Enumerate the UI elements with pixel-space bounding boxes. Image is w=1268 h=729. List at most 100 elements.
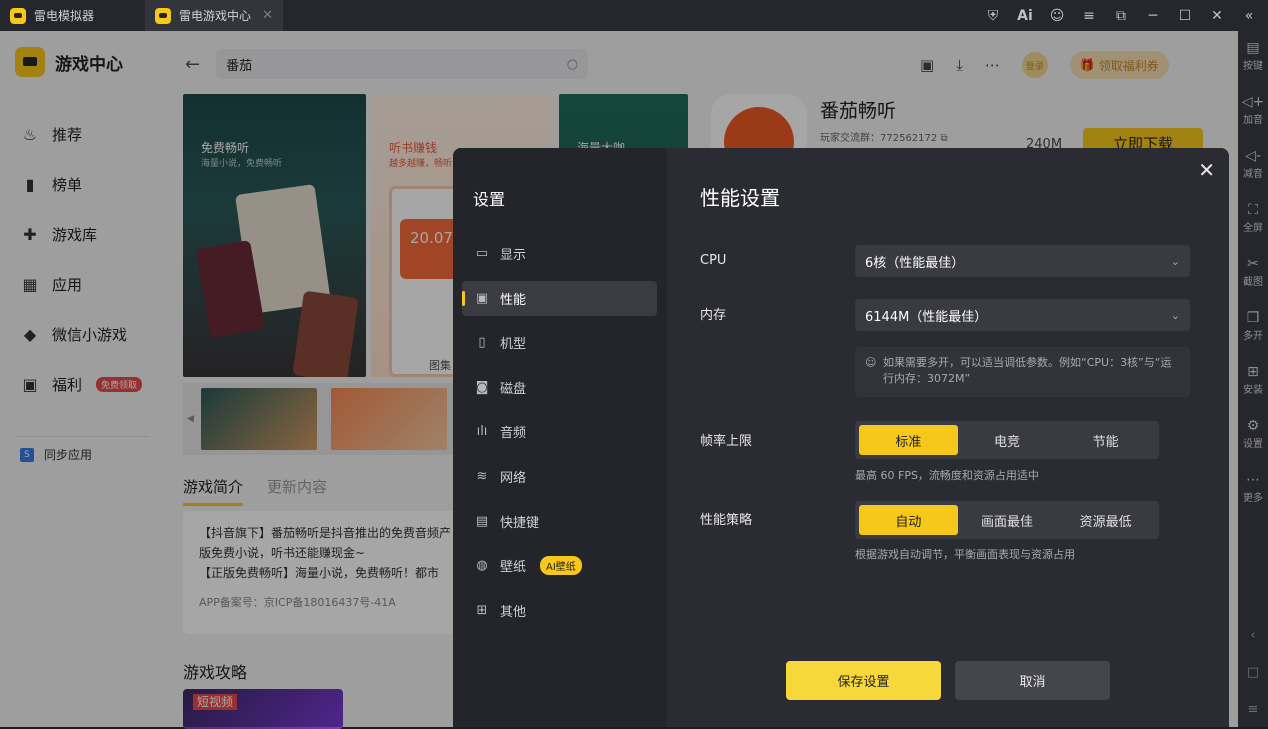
maximize-icon[interactable]: ☐ — [1176, 8, 1194, 24]
tip-text: 如果需要多开，可以适当调低参数。例如“CPU：3核”与“运行内存：3072M” — [883, 356, 1172, 385]
install-icon: ⊞ — [1247, 364, 1259, 380]
menu-item-label: 磁盘 — [500, 381, 527, 397]
fps-option-standard[interactable]: 标准 — [859, 425, 958, 455]
strategy-hint: 根据游戏自动调节，平衡画面表现与资源占用 — [855, 548, 1075, 561]
toolbar-label: 更多 — [1243, 493, 1263, 504]
fps-hint: 最高 60 FPS，流畅度和资源占用适中 — [855, 469, 1039, 482]
toolbar-more[interactable]: ⋯ 更多 — [1243, 471, 1263, 519]
memory-value: 6144M（性能最佳） — [865, 309, 988, 325]
toolbar-label: 截图 — [1243, 277, 1263, 288]
menu-item-other[interactable]: ⊞ 其他 — [462, 593, 657, 628]
toolbar-screenshot[interactable]: ✂ 截图 — [1243, 255, 1263, 303]
cancel-button[interactable]: 取消 — [955, 661, 1110, 700]
toolbar-label: 按键 — [1243, 61, 1263, 72]
menu-item-label: 性能 — [500, 292, 527, 308]
cpu-select[interactable]: 6核（性能最佳） ⌄ — [855, 245, 1190, 277]
volume-up-icon: ◁+ — [1241, 94, 1265, 110]
menu-item-label: 快捷键 — [500, 515, 540, 531]
menu-item-label: 壁纸 — [500, 560, 527, 576]
game-center-logo-icon — [155, 7, 171, 24]
tab-label: 雷电模拟器 — [34, 9, 95, 23]
ldplayer-logo-icon — [10, 7, 26, 24]
fps-segmented-control: 标准 电竞 节能 — [855, 421, 1159, 459]
right-toolbar: ▤ 按键 ◁+ 加音 ◁- 减音 ⛶ 全屏 ✂ 截图 ❐ 多开 ⊞ 安装 ⚙ 设置 ⋯ 更多 ‹ … — [1238, 31, 1268, 727]
toolbar-multi[interactable]: ❐ 多开 — [1243, 309, 1263, 357]
strategy-option-quality[interactable]: 画面最佳 — [958, 505, 1057, 535]
strategy-option-resource[interactable]: 资源最低 — [1056, 505, 1155, 535]
keyboard-icon: ▤ — [475, 513, 489, 529]
close-icon[interactable]: ✕ — [1198, 158, 1215, 182]
menu-item-label: 机型 — [500, 337, 527, 353]
save-button[interactable]: 保存设置 — [786, 661, 941, 700]
strategy-segmented-control: 自动 画面最佳 资源最低 — [855, 501, 1159, 539]
user-icon[interactable]: ☺ — [1048, 8, 1066, 24]
fps-label: 帧率上限 — [700, 434, 753, 449]
minimize-icon[interactable]: ─ — [1144, 8, 1162, 24]
toolbar-label: 多开 — [1243, 331, 1263, 342]
fps-option-esports[interactable]: 电竞 — [958, 425, 1057, 455]
menu-item-model[interactable]: ▯ 机型 — [462, 325, 657, 360]
menu-item-label: 网络 — [500, 470, 527, 486]
tab-close-icon[interactable]: ✕ — [262, 8, 273, 23]
audio-icon: ılı — [476, 424, 488, 440]
memory-label: 内存 — [700, 308, 727, 323]
toolbar-volume-down[interactable]: ◁- 减音 — [1243, 147, 1263, 195]
performance-icon: ▣ — [475, 290, 489, 306]
toolbar-volume-up[interactable]: ◁+ 加音 — [1242, 93, 1265, 141]
memory-select[interactable]: 6144M（性能最佳） ⌄ — [855, 299, 1190, 331]
palette-icon: ◍ — [476, 558, 488, 574]
menu-item-label: 音频 — [500, 426, 527, 442]
toolbar-keymap[interactable]: ▤ 按键 — [1243, 39, 1263, 87]
page-title: 性能设置 — [700, 186, 780, 210]
disk-icon: ◙ — [475, 379, 489, 395]
toolbar-label: 减音 — [1243, 169, 1263, 180]
monitor-icon: ▭ — [475, 246, 489, 261]
toolbar-label: 安装 — [1243, 385, 1263, 396]
cpu-value: 6核（性能最佳） — [865, 255, 965, 271]
menu-item-label: 显示 — [500, 248, 527, 263]
restore-icon[interactable]: ⧉ — [1112, 8, 1130, 24]
window-controls: ⛨ Ai ☺ ≡ ⧉ ─ ☐ ✕ « — [984, 0, 1268, 31]
phone-icon: ▯ — [478, 335, 486, 351]
menu-item-network[interactable]: ≋ 网络 — [462, 459, 657, 494]
toolbar-settings[interactable]: ⚙ 设置 — [1243, 417, 1263, 465]
fps-option-eco[interactable]: 节能 — [1056, 425, 1155, 455]
cpu-label: CPU — [700, 253, 727, 268]
menu-item-audio[interactable]: ılı 音频 — [462, 414, 657, 449]
keyboard-icon: ▤ — [1246, 40, 1260, 56]
chevron-down-icon: ⌄ — [1170, 308, 1180, 322]
toolbar-fullscreen[interactable]: ⛶ 全屏 — [1243, 201, 1263, 249]
menu-item-performance[interactable]: ▣ 性能 — [462, 280, 657, 316]
android-nav: ‹ □ ≡ — [1238, 628, 1268, 717]
scissors-icon: ✂ — [1247, 256, 1259, 272]
close-icon[interactable]: ✕ — [1208, 8, 1226, 24]
strategy-label: 性能策略 — [700, 513, 753, 528]
volume-down-icon: ◁- — [1245, 148, 1261, 164]
strategy-option-auto[interactable]: 自动 — [859, 505, 958, 535]
gear-icon: ⚙ — [1246, 418, 1260, 434]
toolbar-label: 设置 — [1243, 439, 1263, 450]
wifi-icon: ≋ — [476, 468, 488, 484]
ai-wallpaper-badge: AI壁纸 — [540, 556, 582, 576]
menu-item-disk[interactable]: ◙ 磁盘 — [462, 370, 657, 405]
multi-window-icon: ❐ — [1246, 310, 1260, 326]
back-nav-icon[interactable]: ‹ — [1250, 628, 1255, 643]
tab-game-center[interactable]: 雷电游戏中心 ✕ — [145, 0, 283, 31]
menu-icon[interactable]: ≡ — [1080, 8, 1098, 24]
menu-item-hotkeys[interactable]: ▤ 快捷键 — [462, 504, 657, 539]
recent-nav-icon[interactable]: ≡ — [1248, 702, 1259, 717]
tab-label: 雷电游戏中心 — [179, 9, 252, 23]
ai-icon[interactable]: Ai — [1016, 8, 1034, 24]
shield-icon[interactable]: ⛨ — [984, 8, 1002, 24]
home-nav-icon[interactable]: □ — [1247, 665, 1259, 680]
collapse-icon[interactable]: « — [1240, 8, 1258, 24]
menu-item-display[interactable]: ▭ 显示 — [462, 236, 657, 271]
menu-item-wallpaper[interactable]: ◍ 壁纸 AI壁纸 — [462, 548, 657, 583]
settings-menu-panel: 设置 ▭ 显示 ▣ 性能 ▯ 机型 ◙ 磁盘 ılı 音频 ≋ 网络 ▤ 快捷键 ◍ 壁纸 AI壁… — [453, 148, 667, 727]
toolbar-label: 加音 — [1243, 115, 1263, 126]
settings-menu: ▭ 显示 ▣ 性能 ▯ 机型 ◙ 磁盘 ılı 音频 ≋ 网络 ▤ 快捷键 ◍ 壁纸 AI壁纸 ⊞… — [462, 236, 657, 637]
tab-emulator[interactable]: 雷电模拟器 — [0, 0, 145, 31]
toolbar-install[interactable]: ⊞ 安装 — [1243, 363, 1263, 411]
menu-item-label: 其他 — [500, 604, 527, 620]
chevron-down-icon: ⌄ — [1170, 254, 1180, 268]
